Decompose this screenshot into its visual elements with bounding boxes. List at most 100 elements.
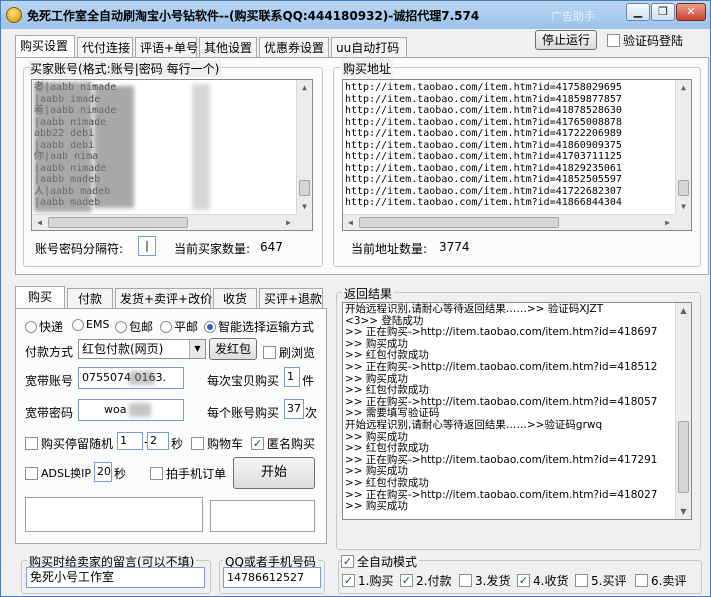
auto-ship-label: 3.发货 bbox=[475, 574, 511, 588]
auto-receive-checkbox[interactable]: ✓ 4.收货 bbox=[517, 572, 568, 589]
tab-pay[interactable]: 付款 bbox=[67, 288, 113, 308]
shipping-free-radio[interactable]: 包邮 bbox=[115, 318, 153, 335]
random-stay-label: 购买停留随机 bbox=[41, 437, 114, 451]
top-tab-strip: 购买设置 代付连接 评语+单号 其他设置 优惠券设置 uu自动打码 bbox=[15, 35, 415, 58]
adsl-unit: 秒 bbox=[114, 467, 127, 481]
buyer-count-value: 647 bbox=[260, 240, 283, 254]
shipping-ems-radio[interactable]: EMS bbox=[72, 318, 109, 331]
auto-pay-box: ✓ bbox=[400, 574, 413, 587]
random-unit: 秒 bbox=[171, 437, 184, 451]
broadband-password-input[interactable]: woa bbox=[78, 399, 184, 421]
scroll-thumb[interactable] bbox=[359, 217, 559, 228]
app-window: 免死工作室全自动刷淘宝小号钻软件--(购买联系QQ:444180932)-诚招代… bbox=[0, 0, 711, 597]
auto-seller-review-box bbox=[635, 574, 648, 587]
auto-ship-checkbox[interactable]: 3.发货 bbox=[459, 572, 510, 589]
verify-login-checkbox[interactable]: 验证码登陆 bbox=[607, 32, 683, 49]
scroll-up-icon[interactable]: ▲ bbox=[676, 80, 691, 95]
per-account-input[interactable]: 37 bbox=[284, 399, 304, 419]
auto-receive-box: ✓ bbox=[517, 574, 530, 587]
tab-coupon-settings[interactable]: 优惠券设置 bbox=[259, 37, 329, 57]
shipping-express-radio[interactable]: 快递 bbox=[25, 318, 63, 335]
scroll-left-icon[interactable]: ◀ bbox=[343, 215, 358, 230]
scroll-thumb[interactable] bbox=[678, 421, 689, 493]
adsl-label: ADSL换IP bbox=[41, 467, 91, 480]
auto-pay-checkbox[interactable]: ✓ 2.付款 bbox=[400, 572, 451, 589]
auto-buy-checkbox[interactable]: ✓ 1.购买 bbox=[342, 572, 393, 589]
pay-method-select[interactable]: 红包付款(网页) ▼ bbox=[78, 339, 206, 359]
separator-input[interactable]: | bbox=[138, 236, 156, 256]
browse-box bbox=[263, 346, 276, 359]
auto-buyer-review-checkbox[interactable]: 5.买评 bbox=[575, 572, 626, 589]
start-button[interactable]: 开始 bbox=[233, 457, 315, 489]
shipping-smart-radio[interactable]: 智能选择运输方式 bbox=[204, 318, 314, 335]
results-vscroll[interactable]: ▲ ▼ bbox=[675, 303, 691, 519]
maximize-button[interactable]: ❐ bbox=[651, 3, 675, 21]
mobile-order-checkbox[interactable]: 拍手机订单 bbox=[150, 465, 226, 482]
auto-seller-review-checkbox[interactable]: 6.卖评 bbox=[635, 572, 686, 589]
urls-group-label: 购买地址 bbox=[341, 60, 394, 77]
adsl-checkbox[interactable]: ADSL换IP bbox=[25, 465, 91, 481]
shipping-post-radio[interactable]: 平邮 bbox=[160, 318, 198, 335]
adsl-seconds-input[interactable]: 20 bbox=[94, 462, 112, 482]
chevron-down-icon[interactable]: ▼ bbox=[189, 340, 205, 358]
results-log[interactable]: 开始远程识别,请耐心等待返回结果……>> 验证码XJZT <3>> 登陆成功 >… bbox=[342, 302, 692, 520]
notes-textbox-right[interactable] bbox=[210, 500, 315, 532]
urls-list[interactable]: http://item.taobao.com/item.htm?id=41758… bbox=[342, 79, 692, 231]
auto-mode-box: ✓ bbox=[341, 555, 354, 568]
random-max-stepper[interactable]: 2 bbox=[147, 432, 169, 450]
scroll-down-icon[interactable]: ▼ bbox=[297, 199, 312, 214]
accounts-hscroll[interactable]: ◀ ▶ bbox=[32, 214, 296, 230]
tab-uu-captcha[interactable]: uu自动打码 bbox=[331, 37, 407, 57]
cart-checkbox[interactable]: 购物车 bbox=[191, 435, 243, 452]
privacy-blur bbox=[192, 84, 210, 210]
watermark-text: 广告助手 bbox=[551, 10, 595, 23]
scroll-left-icon[interactable]: ◀ bbox=[32, 215, 47, 230]
tab-pay-link[interactable]: 代付连接 bbox=[77, 37, 133, 57]
radio-dot bbox=[72, 318, 84, 331]
minimize-button[interactable]: ▁ bbox=[626, 3, 650, 21]
browse-checkbox[interactable]: 刷浏览 bbox=[263, 344, 315, 361]
urls-vscroll[interactable]: ▲ ▼ bbox=[675, 80, 691, 214]
radio-dot bbox=[25, 320, 37, 333]
url-line: http://item.taobao.com/item.htm?id=41859… bbox=[345, 93, 622, 105]
broadband-password-value: woa bbox=[104, 403, 127, 416]
close-button[interactable]: ✕ bbox=[676, 3, 706, 21]
scroll-right-icon[interactable]: ▶ bbox=[660, 215, 675, 230]
anonymous-buy-checkbox[interactable]: ✓ 匿名购买 bbox=[251, 435, 315, 452]
tab-buy[interactable]: 购买 bbox=[15, 286, 65, 308]
tab-buy-settings[interactable]: 购买设置 bbox=[15, 35, 75, 57]
broadband-account-input[interactable]: 0755074 0163. bbox=[78, 367, 184, 389]
qq-input[interactable]: 14786612527 bbox=[223, 567, 321, 588]
scroll-right-icon[interactable]: ▶ bbox=[281, 215, 296, 230]
send-red-packet-button[interactable]: 发红包 bbox=[209, 338, 257, 360]
window-title: 免死工作室全自动刷淘宝小号钻软件--(购买联系QQ:444180932)-诚招代… bbox=[27, 9, 480, 23]
message-input[interactable]: 免死小号工作室 bbox=[26, 567, 205, 588]
urls-hscroll[interactable]: ◀ ▶ bbox=[343, 214, 675, 230]
auto-receive-label: 4.收货 bbox=[533, 574, 569, 588]
accounts-vscroll[interactable]: ▲ ▼ bbox=[296, 80, 312, 214]
url-line: http://item.taobao.com/item.htm?id=41758… bbox=[345, 82, 622, 93]
mobile-order-label: 拍手机订单 bbox=[166, 467, 227, 481]
random-min-stepper[interactable]: 1 bbox=[117, 432, 143, 450]
scroll-up-icon[interactable]: ▲ bbox=[676, 303, 691, 318]
tab-review-number[interactable]: 评语+单号 bbox=[135, 37, 198, 57]
notes-textbox-left[interactable] bbox=[25, 497, 203, 532]
random-stay-checkbox[interactable]: 购买停留随机 bbox=[25, 435, 113, 452]
scroll-thumb[interactable] bbox=[678, 180, 689, 196]
tab-review-refund[interactable]: 买评+退款 bbox=[259, 288, 323, 308]
per-item-input[interactable]: 1 bbox=[284, 367, 300, 387]
scroll-thumb[interactable] bbox=[48, 217, 188, 228]
stop-button[interactable]: 停止运行 bbox=[535, 30, 597, 50]
accounts-list[interactable]: 者|aabb nimade |aabb imade 着|aabb nimade … bbox=[31, 79, 313, 231]
scroll-down-icon[interactable]: ▼ bbox=[676, 199, 691, 214]
scroll-up-icon[interactable]: ▲ bbox=[297, 80, 312, 95]
per-account-label: 每个账号购买 bbox=[207, 406, 280, 420]
tab-other-settings[interactable]: 其他设置 bbox=[199, 37, 257, 57]
scroll-down-icon[interactable]: ▼ bbox=[676, 504, 691, 519]
tab-receive[interactable]: 收货 bbox=[213, 288, 257, 308]
tab-ship-review[interactable]: 发货+卖评+改价 bbox=[115, 288, 212, 308]
title-bar: 免死工作室全自动刷淘宝小号钻软件--(购买联系QQ:444180932)-诚招代… bbox=[1, 1, 710, 29]
scroll-thumb[interactable] bbox=[299, 180, 310, 196]
auto-mode-checkbox[interactable]: ✓ 全自动模式 bbox=[341, 553, 420, 570]
separator-label: 账号密码分隔符: bbox=[35, 242, 124, 256]
